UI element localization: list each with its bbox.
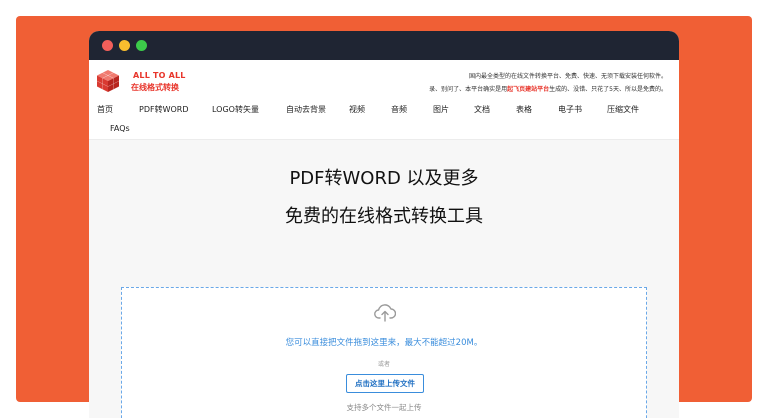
header-tagline-line1: 国内最全类型的在线文件转换平台、免费、快速、无须下载安装任何软件。 [468,73,667,80]
header-tagline-line2: 录、别问了、本平台确实是用起飞页建站平台生成的、没错、只花了5天、所以是免费的。 [429,84,667,93]
main-content: PDF转WORD 以及更多 免费的在线格式转换工具 您可以直接把文件拖到这里来，… [89,140,679,418]
tagline-text-end: 生成的、没错、只花了5天、所以是免费的。 [549,86,667,93]
nav-item-video[interactable]: 视频 [349,104,365,115]
nav-item-faqs[interactable]: FAQs [110,124,130,133]
file-drop-zone[interactable]: 您可以直接把文件拖到这里来，最大不能超过20M。 或者 点击这里上传文件 支持多… [121,287,647,418]
tagline-text-start: 录、别问了、本平台确实是用 [429,86,508,93]
tagline-highlight-link[interactable]: 起飞页建站平台 [507,86,549,93]
nav-item-logo-vector[interactable]: LOGO转矢量 [212,104,259,115]
nav-item-image[interactable]: 图片 [433,104,449,115]
window-titlebar [89,31,679,60]
nav-item-ebook[interactable]: 电子书 [558,104,582,115]
drop-hint-text: 您可以直接把文件拖到这里来，最大不能超过20M。 [285,338,483,348]
nav-item-remove-background[interactable]: 自动去背景 [286,104,326,115]
or-separator-text: 或者 [377,361,390,368]
nav-item-audio[interactable]: 音频 [391,104,407,115]
nav-item-document[interactable]: 文档 [474,104,490,115]
logo-text-primary[interactable]: ALL TO ALL [133,71,186,80]
nav-item-spreadsheet[interactable]: 表格 [516,104,532,115]
minimize-window-button[interactable] [119,40,130,51]
nav-item-home[interactable]: 首页 [97,104,113,115]
close-window-button[interactable] [102,40,113,51]
cloud-upload-icon [374,304,396,322]
nav-item-pdf-to-word[interactable]: PDF转WORD [139,104,189,115]
maximize-window-button[interactable] [136,40,147,51]
main-nav: 首页 PDF转WORD LOGO转矢量 自动去背景 视频 音频 图片 文档 表格… [89,100,679,140]
site-header: ALL TO ALL 在线格式转换 国内最全类型的在线文件转换平台、免费、快速、… [89,60,679,100]
logo-text-secondary[interactable]: 在线格式转换 [131,82,179,93]
upload-file-button[interactable]: 点击这里上传文件 [346,374,424,393]
multi-upload-hint: 支持多个文件一起上传 [346,403,422,412]
nav-item-archive[interactable]: 压缩文件 [607,104,639,115]
hero-title-line1: PDF转WORD 以及更多 [289,168,479,189]
hero-title-line2: 免费的在线格式转换工具 [285,206,483,227]
browser-window: ALL TO ALL 在线格式转换 国内最全类型的在线文件转换平台、免费、快速、… [89,31,679,418]
cube-logo-icon[interactable] [96,69,120,93]
